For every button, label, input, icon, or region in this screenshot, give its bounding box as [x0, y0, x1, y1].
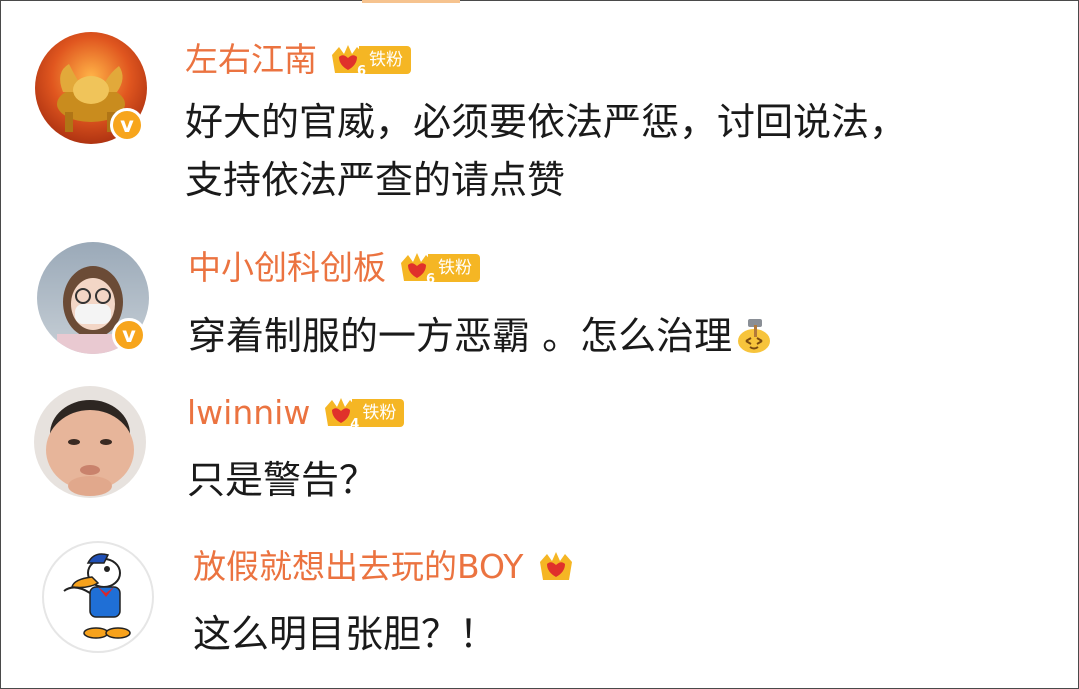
- comment-text-line-1: 这么明目张胆？！: [193, 612, 498, 656]
- username[interactable]: lwinniw: [187, 393, 310, 433]
- crown-icon: 6: [329, 41, 367, 79]
- verified-badge: v: [110, 108, 144, 142]
- comment-text-line-1: 穿着制服的一方恶霸 。怎么治理: [188, 308, 776, 364]
- crown-icon: 4: [322, 394, 360, 432]
- donald-duck-avatar-icon: [63, 553, 131, 639]
- fan-level: 4: [350, 417, 360, 432]
- fan-badge[interactable]: 4 铁粉: [322, 394, 405, 432]
- username[interactable]: 放假就想出去玩的BOY: [193, 547, 523, 587]
- username[interactable]: 中小创科创板: [188, 248, 386, 288]
- verified-badge-mark: v: [120, 113, 134, 137]
- comment-text-line-2: 支持依法严查的请点赞: [185, 158, 566, 202]
- name-row: lwinniw 4 铁粉: [187, 393, 405, 433]
- previous-comment-edge: [362, 0, 460, 3]
- fan-level: 6: [425, 272, 435, 287]
- comment-text: 穿着制服的一方恶霸 。怎么治理: [188, 314, 733, 358]
- name-row: 中小创科创板 6 铁粉: [188, 248, 480, 288]
- comment-text-line-1: 好大的官威，必须要依法严惩，讨回说法，: [185, 100, 908, 144]
- username[interactable]: 左右江南: [185, 40, 317, 80]
- avatar[interactable]: [34, 386, 146, 498]
- verified-badge-mark: v: [122, 323, 136, 347]
- name-row: 左右江南 6 铁粉: [185, 40, 411, 80]
- name-row: 放假就想出去玩的BOY: [193, 547, 575, 587]
- crown-icon: 6: [398, 249, 436, 287]
- avatar[interactable]: [42, 541, 154, 653]
- fan-badge[interactable]: 6 铁粉: [329, 41, 411, 79]
- verified-badge: v: [112, 318, 146, 352]
- fan-badge[interactable]: 6 铁粉: [398, 249, 480, 287]
- crown-icon: [537, 548, 575, 586]
- comment-text-line-1: 只是警告？: [187, 458, 378, 502]
- hammer-face-emoji-icon: [738, 319, 771, 353]
- chubby-baby-avatar-icon: [46, 400, 134, 496]
- fan-badge[interactable]: [537, 550, 575, 584]
- fan-level: 6: [356, 64, 366, 79]
